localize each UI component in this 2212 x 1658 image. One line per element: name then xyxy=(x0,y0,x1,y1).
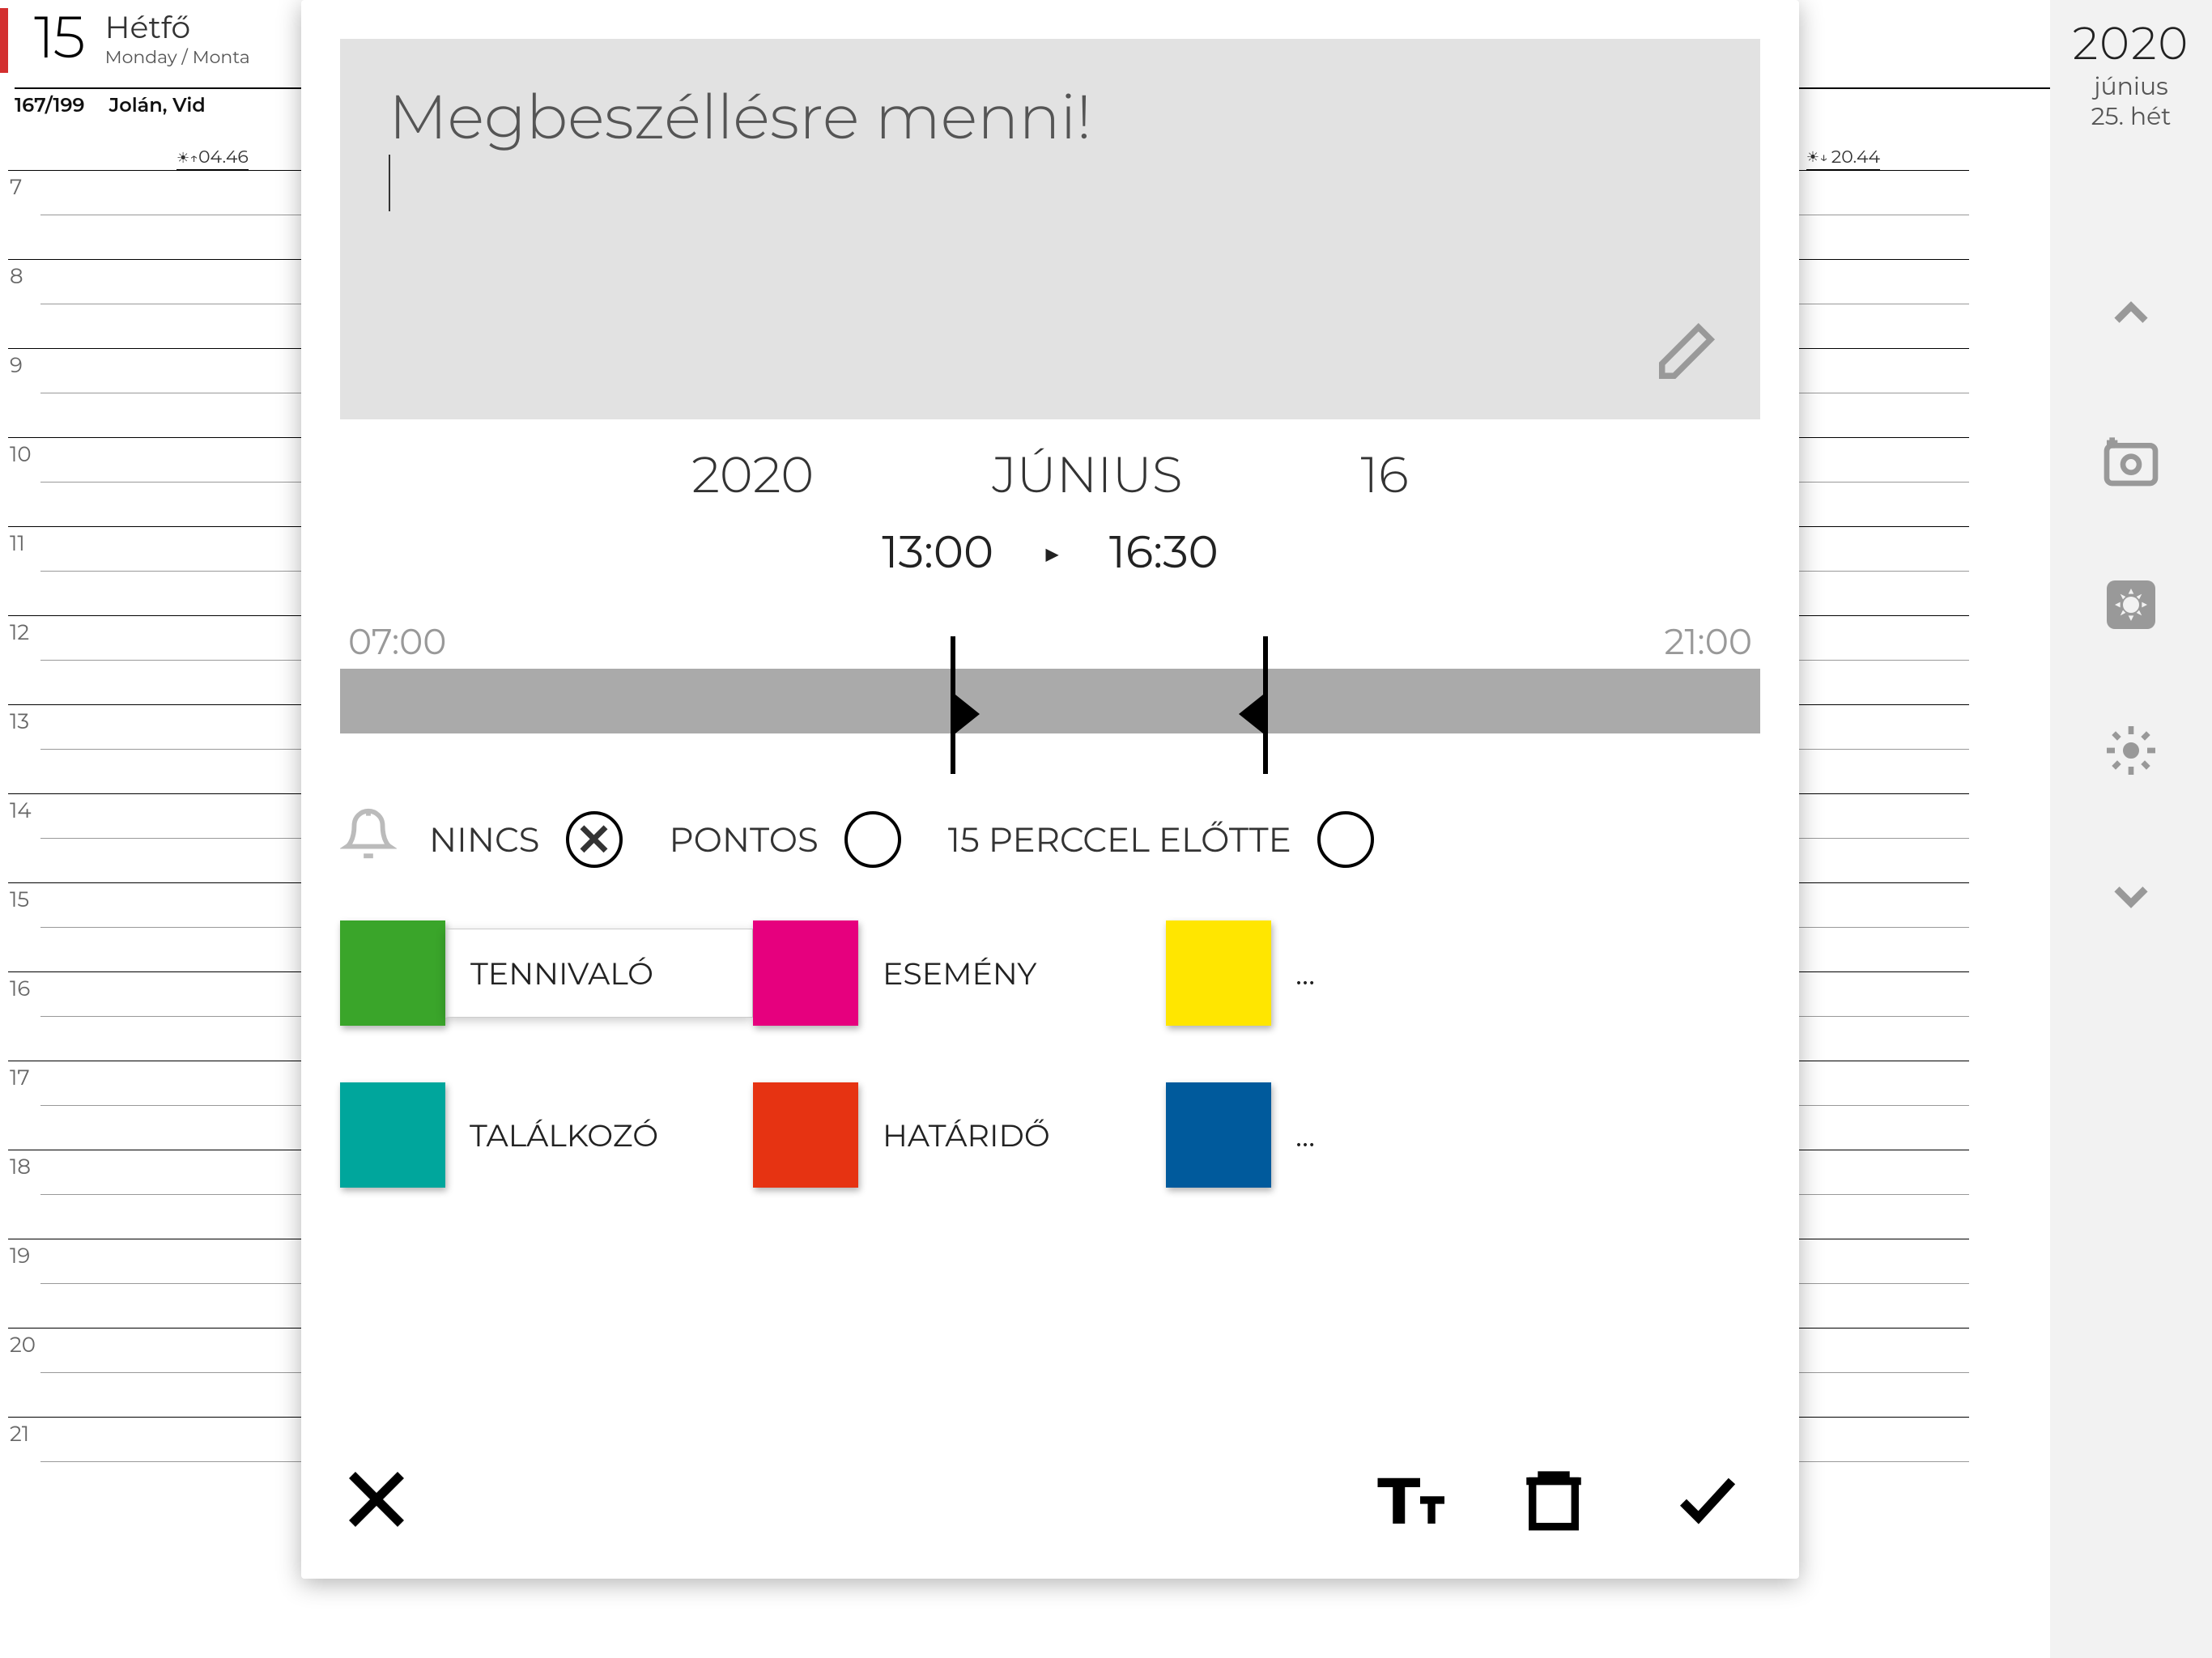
hour-label: 21 xyxy=(10,1421,29,1447)
date-day[interactable]: 16 xyxy=(1361,444,1409,505)
hour-label: 18 xyxy=(10,1154,31,1180)
sunrise-time: ☀↑04.46 xyxy=(177,146,249,171)
hour-label: 19 xyxy=(10,1243,30,1269)
add-photo-icon[interactable] xyxy=(2095,423,2167,495)
category-color-swatch[interactable] xyxy=(1166,1082,1271,1188)
date-month[interactable]: JÚNIUS xyxy=(992,444,1182,505)
rail-month: június xyxy=(2094,71,2168,101)
alarm-exact-radio[interactable] xyxy=(844,811,901,868)
slider-handle-end[interactable] xyxy=(1263,636,1268,774)
category-grid: TENNIVALÓ ESEMÉNY... TALÁLKOZÓ HATÁRIDŐ... xyxy=(340,920,1760,1188)
end-time[interactable]: 16:30 xyxy=(1109,525,1219,580)
rail-year: 2020 xyxy=(2073,16,2189,71)
cancel-button[interactable] xyxy=(340,1463,413,1540)
note-text[interactable]: Megbeszéllésre menni! xyxy=(389,79,1712,155)
alarm-before-label: 15 PERCCEL ELŐTTE xyxy=(948,818,1291,861)
settings-icon[interactable] xyxy=(2095,568,2167,641)
right-rail: 2020 június 25. hét xyxy=(2050,0,2212,1658)
alarm-none-label: NINCS xyxy=(429,818,540,861)
date-year[interactable]: 2020 xyxy=(691,444,814,505)
hour-label: 9 xyxy=(10,352,23,378)
category-color-swatch[interactable] xyxy=(1166,920,1271,1026)
sunset-time: ☀↓20.44 xyxy=(1806,146,1880,171)
brightness-icon[interactable] xyxy=(2095,714,2167,787)
hour-label: 13 xyxy=(10,708,29,734)
time-arrow-icon: ▶ xyxy=(1042,534,1061,572)
category-color-swatch[interactable] xyxy=(340,1082,445,1188)
category-label[interactable]: TALÁLKOZÓ xyxy=(445,1082,753,1188)
hour-label: 12 xyxy=(10,619,29,645)
cursor xyxy=(389,155,390,211)
hour-label: 14 xyxy=(10,797,32,823)
hour-label: 11 xyxy=(10,530,25,556)
hour-label: 10 xyxy=(10,441,32,467)
day-number: 15 xyxy=(34,8,84,66)
slider-track[interactable] xyxy=(340,669,1760,733)
day-header: 15 Hétfő Monday / Monta xyxy=(0,8,250,73)
text-size-button[interactable] xyxy=(1372,1463,1444,1540)
category-label[interactable]: ... xyxy=(1271,920,1579,1026)
note-input-area[interactable]: Megbeszéllésre menni! xyxy=(340,39,1760,419)
bell-icon xyxy=(340,806,397,872)
category-color-swatch[interactable] xyxy=(340,920,445,1026)
alarm-options: NINCS ✕ PONTOS 15 PERCCEL ELŐTTE xyxy=(340,806,1760,872)
start-time[interactable]: 13:00 xyxy=(882,525,993,580)
edit-pencil-icon[interactable] xyxy=(1647,318,1720,395)
day-count: 167/199 xyxy=(15,94,85,117)
chevron-up-icon[interactable] xyxy=(2095,277,2167,350)
slider-handle-start[interactable] xyxy=(951,636,955,774)
rail-week: 25. hét xyxy=(2091,101,2172,131)
calendar-page: 15 Hétfő Monday / Monta 167/199 Jolán, V… xyxy=(0,0,2050,1658)
category-label[interactable]: HATÁRIDŐ xyxy=(858,1082,1166,1188)
category-color-swatch[interactable] xyxy=(753,920,858,1026)
category-label[interactable]: ESEMÉNY xyxy=(858,920,1166,1026)
day-name: Hétfő xyxy=(105,8,250,46)
alarm-exact-label: PONTOS xyxy=(670,818,819,861)
alarm-before-radio[interactable] xyxy=(1317,811,1374,868)
slider-max-label: 21:00 xyxy=(1665,620,1752,664)
names-of-day: Jolán, Vid xyxy=(109,94,206,117)
category-label[interactable]: TENNIVALÓ xyxy=(445,929,753,1018)
delete-button[interactable] xyxy=(1517,1463,1590,1540)
hour-label: 15 xyxy=(10,886,29,912)
category-label[interactable]: ... xyxy=(1271,1082,1579,1188)
slider-min-label: 07:00 xyxy=(348,620,446,664)
hour-label: 17 xyxy=(10,1065,30,1090)
day-accent xyxy=(0,8,8,73)
hour-label: 7 xyxy=(10,174,22,200)
category-color-swatch[interactable] xyxy=(753,1082,858,1188)
date-picker-row[interactable]: 2020 JÚNIUS 16 xyxy=(340,444,1760,505)
hour-label: 20 xyxy=(10,1332,36,1358)
hour-label: 16 xyxy=(10,976,30,1001)
chevron-down-icon[interactable] xyxy=(2095,860,2167,933)
time-slider[interactable]: 07:00 21:00 xyxy=(340,604,1760,766)
day-subname: Monday / Monta xyxy=(105,46,250,68)
alarm-none-radio[interactable]: ✕ xyxy=(566,811,623,868)
event-editor-modal: Megbeszéllésre menni! 2020 JÚNIUS 16 13:… xyxy=(301,0,1799,1579)
hour-label: 8 xyxy=(10,263,23,289)
modal-action-bar xyxy=(340,1431,1760,1540)
time-range-row: 13:00 ▶ 16:30 xyxy=(340,525,1760,580)
confirm-button[interactable] xyxy=(1663,1463,1752,1540)
